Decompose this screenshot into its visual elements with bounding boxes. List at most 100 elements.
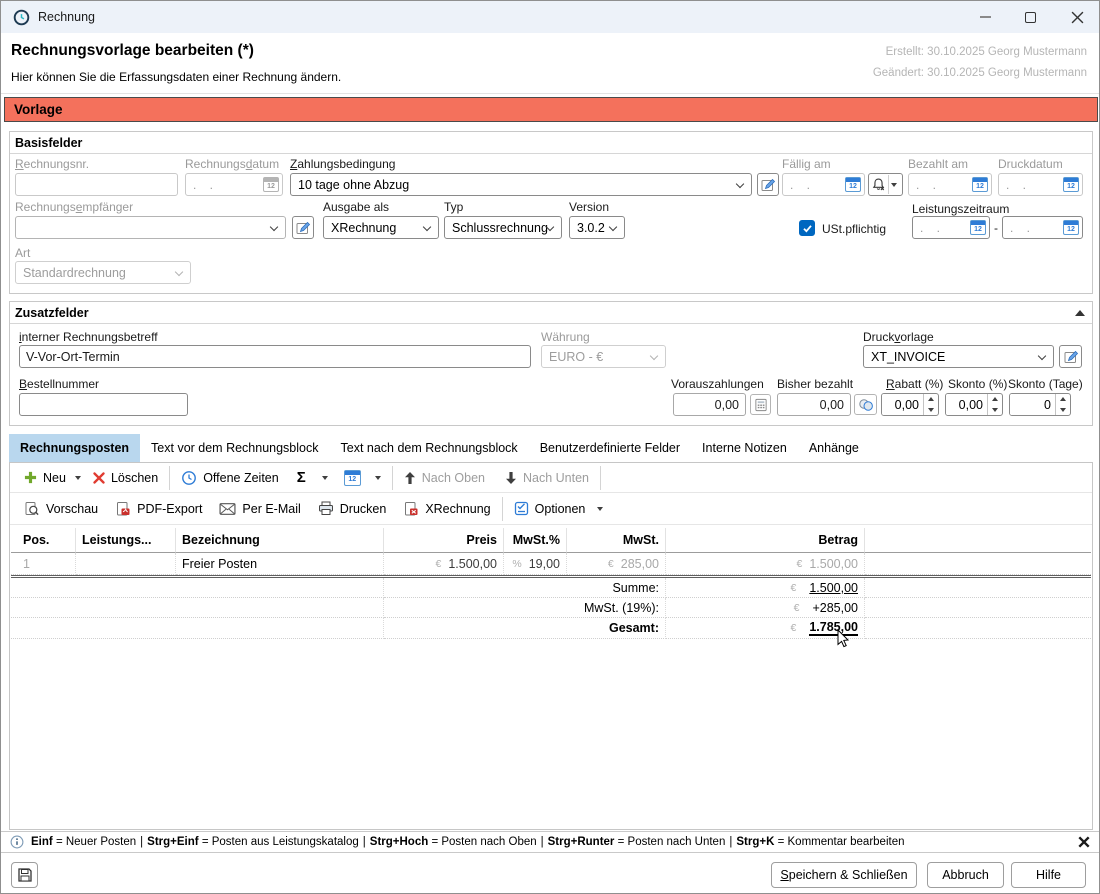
rechnungsdatum-label: Rechnungsdatum <box>185 157 279 171</box>
bezahlt-placeholder: . . <box>916 178 972 192</box>
bezahlt-am-field[interactable]: . . <box>908 173 992 196</box>
optionen-button[interactable]: Optionen <box>508 497 610 521</box>
cell-leistung[interactable] <box>76 553 176 575</box>
calculator-button[interactable] <box>750 394 771 415</box>
calendar-icon[interactable] <box>1063 177 1079 192</box>
spin-buttons[interactable] <box>1055 394 1070 415</box>
spin-buttons[interactable] <box>987 394 1002 415</box>
speichern-schliessen-button[interactable]: Speichern & Schließen <box>771 862 917 888</box>
cell-mwst-pct[interactable]: %19,00 <box>504 553 567 575</box>
bestellnummer-input[interactable] <box>19 393 188 416</box>
col-header-betrag[interactable]: Betrag <box>666 528 865 553</box>
per-email-button[interactable]: Per E-Mail <box>213 497 306 521</box>
cell-pos[interactable]: 1 <box>11 553 76 575</box>
collapse-triangle-up-icon[interactable] <box>1075 310 1085 316</box>
calendar-icon[interactable] <box>970 220 986 235</box>
rabatt-spinner[interactable] <box>881 393 939 416</box>
save-button[interactable] <box>11 862 38 888</box>
reminder-button[interactable] <box>868 173 903 196</box>
loeschen-button[interactable]: Löschen <box>87 466 164 490</box>
rechnungsdatum-field[interactable]: . . <box>185 173 283 196</box>
close-button[interactable] <box>1057 1 1097 33</box>
cell-mwst[interactable]: €285,00 <box>567 553 666 575</box>
vorschau-button[interactable]: Vorschau <box>18 497 104 521</box>
tab-text-vor-rechnungsblock[interactable]: Text vor dem Rechnungsblock <box>140 434 329 462</box>
faellig-am-field[interactable]: . . <box>782 173 865 196</box>
col-header-pos[interactable]: Pos. <box>11 528 76 553</box>
rabatt-input[interactable] <box>882 394 923 415</box>
spin-buttons[interactable] <box>923 394 938 415</box>
payments-button[interactable] <box>854 394 877 415</box>
sum-button[interactable]: Σ <box>291 466 334 490</box>
hilfe-button[interactable]: Hilfe <box>1011 862 1086 888</box>
offene-zeiten-button[interactable]: Offene Zeiten <box>175 466 285 490</box>
hint-key: Strg+K <box>736 836 774 848</box>
betreff-input[interactable] <box>19 345 531 368</box>
edit-druckvorlage-button[interactable] <box>1059 345 1082 368</box>
plus-icon <box>24 471 37 484</box>
cell-preis[interactable]: €1.500,00 <box>384 553 504 575</box>
vorauszahlungen-input[interactable] <box>673 393 746 416</box>
cell-bezeichnung[interactable]: Freier Posten <box>176 553 384 575</box>
cell-betrag[interactable]: €1.500,00 <box>666 553 865 575</box>
col-header-mwst-pct[interactable]: MwSt.% <box>504 528 567 553</box>
nach-oben-button[interactable]: Nach Oben <box>398 466 491 490</box>
tab-benutzerdefinierte-felder[interactable]: Benutzerdefinierte Felder <box>529 434 691 462</box>
vorschau-label: Vorschau <box>46 502 98 516</box>
calendar-icon[interactable] <box>263 177 279 192</box>
druckvorlage-select[interactable]: XT_INVOICE <box>863 345 1054 368</box>
zusatzfelder-title-line <box>10 323 1092 324</box>
col-header-preis[interactable]: Preis <box>384 528 504 553</box>
leistungszeitraum-bis-field[interactable]: . . <box>1002 216 1083 239</box>
tab-interne-notizen[interactable]: Interne Notizen <box>691 434 798 462</box>
calendar-icon[interactable] <box>1063 220 1079 235</box>
maximize-button[interactable] <box>1011 1 1049 33</box>
hint-close-button[interactable] <box>1078 836 1090 848</box>
tab-text-nach-rechnungsblock[interactable]: Text nach dem Rechnungsblock <box>330 434 529 462</box>
abbruch-button[interactable]: Abbruch <box>927 862 1004 888</box>
skonto-tage-label: Skonto (Tage) <box>1008 377 1083 391</box>
ust-pflichtig-checkbox[interactable] <box>799 220 815 236</box>
typ-select[interactable]: Schlussrechnung <box>444 216 562 239</box>
pdf-export-button[interactable]: PDF-Export <box>109 497 208 521</box>
col-header-bezeichnung[interactable]: Bezeichnung <box>176 528 384 553</box>
calendar-icon[interactable] <box>972 177 988 192</box>
xrechnung-button[interactable]: XRechnung <box>397 497 496 521</box>
xml-document-icon <box>403 501 419 517</box>
skonto-tage-input[interactable] <box>1010 394 1055 415</box>
waehrung-value: EURO - € <box>549 350 603 364</box>
ausgabe-als-select[interactable]: XRechnung <box>323 216 439 239</box>
edit-zahlungsbedingung-button[interactable] <box>757 173 779 196</box>
tab-anhaenge[interactable]: Anhänge <box>798 434 870 462</box>
skonto-pct-spinner[interactable] <box>945 393 1003 416</box>
nach-unten-button[interactable]: Nach Unten <box>499 466 595 490</box>
col-header-leistung[interactable]: Leistungs... <box>76 528 176 553</box>
rechnungsempfaenger-select[interactable] <box>15 216 286 239</box>
skonto-pct-input[interactable] <box>946 394 987 415</box>
zahlungsbedingung-select[interactable]: 10 tage ohne Abzug <box>290 173 752 196</box>
optionen-label: Optionen <box>535 502 586 516</box>
neu-button[interactable]: Neu <box>18 466 87 490</box>
hint-desc: = Neuer Posten <box>56 836 136 848</box>
druckdatum-field[interactable]: . . <box>998 173 1083 196</box>
drucken-button[interactable]: Drucken <box>312 497 393 521</box>
calendar-tool-button[interactable] <box>338 466 387 490</box>
tab-rechnungsposten[interactable]: Rechnungsposten <box>9 434 140 462</box>
version-select[interactable]: 3.0.2 <box>569 216 625 239</box>
bezahlt-am-label: Bezahlt am <box>908 157 968 171</box>
calendar-icon[interactable] <box>845 177 861 192</box>
col-header-mwst[interactable]: MwSt. <box>567 528 666 553</box>
skonto-tage-spinner[interactable] <box>1009 393 1071 416</box>
waehrung-select[interactable]: EURO - € <box>541 345 666 368</box>
hint-separator: | <box>541 836 544 848</box>
leistungszeitraum-von-field[interactable]: . . <box>912 216 990 239</box>
summary-spacer <box>865 598 1091 618</box>
app-clock-icon <box>13 9 30 26</box>
rechnungsnr-input[interactable] <box>15 173 178 196</box>
edit-empfaenger-button[interactable] <box>292 216 314 239</box>
bisher-bezahlt-input[interactable] <box>777 393 851 416</box>
art-select[interactable]: Standardrechnung <box>15 261 191 284</box>
minimize-icon <box>980 16 991 18</box>
euro-symbol: € <box>790 582 796 594</box>
minimize-button[interactable] <box>966 1 1004 33</box>
